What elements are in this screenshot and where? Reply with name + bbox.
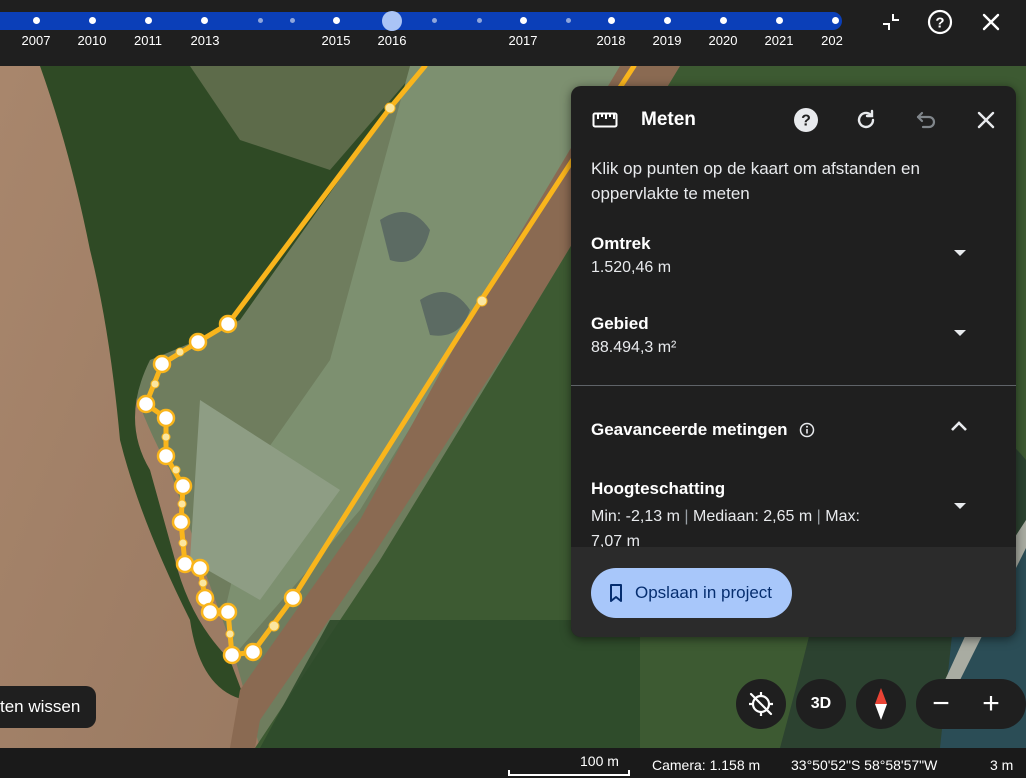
separator: | — [684, 508, 689, 525]
area-row[interactable]: Gebied 88.494,3 m² — [571, 314, 1016, 374]
chevron-down-icon — [954, 503, 966, 509]
timeline-marker[interactable] — [33, 17, 40, 24]
timeline-current-marker[interactable] — [382, 11, 402, 31]
timeline-marker[interactable] — [832, 17, 839, 24]
timeline-marker[interactable] — [145, 17, 152, 24]
timeline-marker[interactable] — [664, 17, 671, 24]
area-label: Gebied — [591, 314, 649, 333]
timeline-marker[interactable] — [290, 18, 295, 23]
height-median: Mediaan: 2,65 m — [692, 508, 813, 525]
chevron-up-icon — [951, 421, 967, 431]
timeline-marker[interactable] — [89, 17, 96, 24]
measure-panel: Meten ? Klik op punten op de kaart om af… — [571, 86, 1016, 637]
timeline-marker[interactable] — [258, 18, 263, 23]
panel-footer: Opslaan in project — [571, 547, 1016, 637]
compass-button[interactable] — [856, 679, 906, 729]
timeline-year[interactable]: 2019 — [653, 33, 682, 48]
collapse-icon[interactable] — [875, 6, 907, 38]
help-icon[interactable]: ? — [790, 104, 822, 136]
timeline-marker[interactable] — [566, 18, 571, 23]
save-to-project-button[interactable]: Opslaan in project — [591, 568, 793, 618]
perimeter-value: 1.520,46 m — [591, 259, 672, 276]
zoom-controls: − + — [916, 679, 1026, 729]
clear-label: ten wissen — [0, 697, 81, 716]
save-label: Opslaan in project — [635, 583, 773, 602]
timeline-track[interactable] — [0, 12, 842, 30]
3d-toggle-button[interactable]: 3D — [796, 679, 846, 729]
divider — [571, 385, 1016, 386]
historical-timeline: 2007 2010 2011 2013 2015 2016 2017 2018 … — [0, 0, 1026, 66]
svg-text:?: ? — [935, 15, 944, 32]
timeline-year[interactable]: 2007 — [22, 33, 51, 48]
clear-measurement-button[interactable]: ten wissen — [0, 686, 97, 728]
zoom-in-label: + — [982, 687, 1000, 720]
timeline-year[interactable]: 2017 — [509, 33, 538, 48]
timeline-year[interactable]: 2021 — [765, 33, 794, 48]
chevron-down-icon — [954, 330, 966, 336]
coordinates: 33°50'52"S 58°58'57"W — [791, 757, 938, 773]
timeline-marker[interactable] — [520, 17, 527, 24]
timeline-marker[interactable] — [333, 17, 340, 24]
scale-bar — [508, 770, 630, 776]
zoom-out-button[interactable]: − — [916, 679, 966, 729]
panel-header: Meten ? — [571, 86, 1016, 154]
timeline-year[interactable]: 202 — [821, 33, 843, 48]
advanced-measurements-toggle[interactable]: Geavanceerde metingen — [571, 418, 1016, 448]
camera-altitude: Camera: 1.158 m — [652, 757, 761, 773]
perimeter-label: Omtrek — [591, 234, 651, 253]
timeline-marker[interactable] — [477, 18, 482, 23]
bookmark-icon — [610, 584, 622, 602]
close-icon[interactable] — [975, 6, 1007, 38]
help-icon[interactable]: ? — [924, 6, 956, 38]
panel-title: Meten — [641, 109, 696, 130]
timeline-year[interactable]: 2013 — [191, 33, 220, 48]
area-value: 88.494,3 m² — [591, 339, 677, 356]
timeline-marker[interactable] — [432, 18, 437, 23]
zoom-out-label: − — [932, 687, 950, 720]
advanced-label: Geavanceerde metingen — [591, 420, 788, 439]
timeline-year[interactable]: 2011 — [134, 33, 162, 48]
timeline-year[interactable]: 2016 — [378, 33, 407, 48]
timeline-year[interactable]: 2015 — [322, 33, 351, 48]
timeline-marker[interactable] — [608, 17, 615, 24]
height-estimate-row[interactable]: Hoogteschatting Min: -2,13 m | Mediaan: … — [571, 479, 1016, 550]
reset-icon[interactable] — [850, 104, 882, 136]
scale-label: 100 m — [580, 753, 619, 769]
timeline-year[interactable]: 2010 — [78, 33, 107, 48]
zoom-in-button[interactable]: + — [966, 679, 1016, 729]
ruler-icon — [589, 104, 621, 136]
compass-icon — [875, 688, 887, 720]
undo-icon[interactable] — [910, 104, 942, 136]
perimeter-row[interactable]: Omtrek 1.520,46 m — [571, 234, 1016, 294]
timeline-marker[interactable] — [201, 17, 208, 24]
chevron-down-icon — [954, 250, 966, 256]
timeline-year[interactable]: 2020 — [709, 33, 738, 48]
panel-description: Klik op punten op de kaart om afstanden … — [591, 159, 920, 203]
timeline-year[interactable]: 2018 — [597, 33, 626, 48]
svg-text:?: ? — [801, 113, 811, 130]
info-icon[interactable] — [799, 422, 815, 438]
timeline-marker[interactable] — [720, 17, 727, 24]
3d-label: 3D — [810, 695, 832, 712]
reset-orientation-button[interactable] — [736, 679, 786, 729]
separator: | — [816, 508, 821, 525]
timeline-marker[interactable] — [776, 17, 783, 24]
elevation: 3 m — [990, 757, 1014, 773]
height-label: Hoogteschatting — [591, 479, 726, 498]
height-min: Min: -2,13 m — [591, 508, 680, 525]
close-icon[interactable] — [970, 104, 1002, 136]
location-off-icon — [749, 692, 773, 716]
